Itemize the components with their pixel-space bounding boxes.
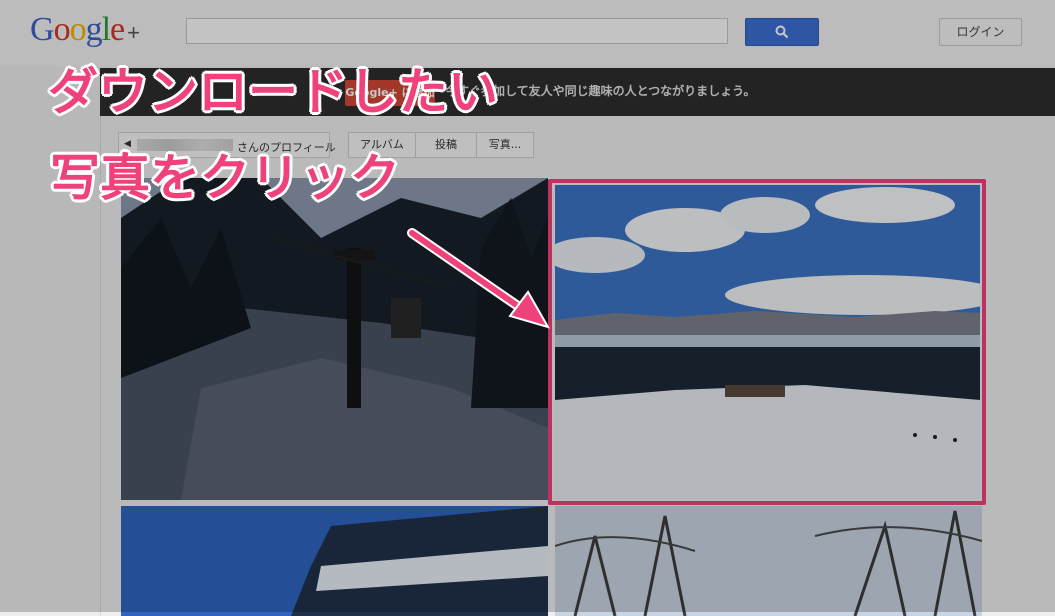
annotation-arrow-icon xyxy=(407,228,551,329)
